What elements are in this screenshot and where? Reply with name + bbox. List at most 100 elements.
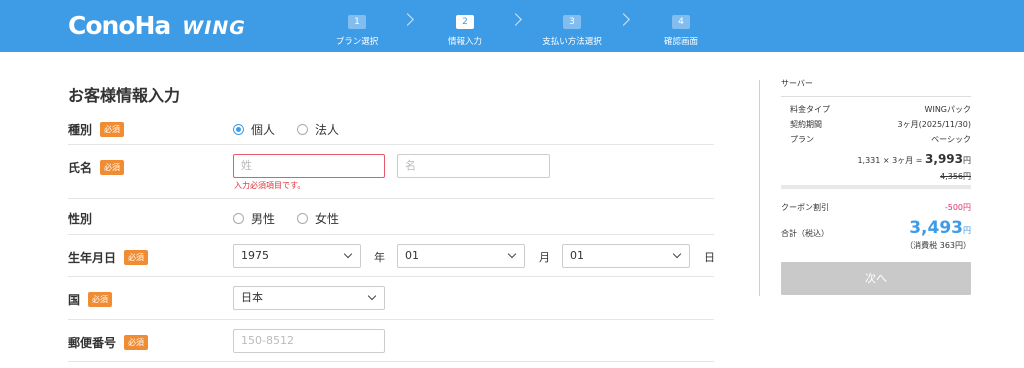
radio-label: 女性 (315, 212, 340, 226)
price-calculation: 1,331 × 3ヶ月 = 3,993円 (857, 152, 971, 166)
radio-unchecked-icon (297, 124, 309, 135)
radio-unchecked-icon (297, 213, 309, 224)
select-value: 日本 (241, 291, 263, 304)
step-number: 1 (348, 15, 366, 29)
coupon-row: クーポン割引 -500円 (781, 202, 971, 213)
side-divider (759, 80, 760, 296)
period-value: 3ヶ月(2025/11/30) (897, 120, 971, 129)
chevron-right-icon (617, 13, 630, 26)
yen-unit: 円 (963, 156, 971, 165)
required-badge: 必須 (100, 160, 125, 175)
period-row: 契約期間 3ヶ月(2025/11/30) (790, 119, 971, 130)
day-unit: 日 (704, 251, 715, 264)
next-button[interactable]: 次へ (781, 262, 971, 295)
required-badge: 必須 (100, 122, 125, 137)
calc-text: 1,331 × 3ヶ月 = (857, 156, 923, 165)
chevron-down-icon (343, 249, 353, 259)
fee-type-row: 料金タイプ WINGパック (790, 104, 971, 115)
radio-label: 法人 (315, 123, 340, 137)
row-postal-code: 郵便番号 必須 150-8512 (68, 320, 714, 362)
order-summary-panel: サーバー 料金タイプ WINGパック 契約期間 3ヶ月(2025/11/30) … (781, 78, 971, 295)
total-price: 3,493 (909, 218, 963, 238)
step-label: プラン選択 (335, 37, 379, 47)
step-confirmation: 4 確認画面 (641, 9, 721, 47)
required-badge: 必須 (124, 335, 149, 350)
radio-corporate[interactable]: 法人 (297, 121, 339, 138)
field-label: 国 必須 (68, 291, 113, 308)
step-label: 情報入力 (447, 37, 482, 47)
step-payment-method: 3 支払い方法選択 (532, 9, 612, 47)
plan-row: プラン ベーシック (790, 134, 971, 145)
row-gender: 性別 男性 女性 (68, 199, 714, 235)
divider-band (781, 185, 971, 189)
coupon-value: -500円 (944, 203, 971, 212)
country-label: 国 (68, 293, 81, 307)
chevron-down-icon (367, 291, 377, 301)
total-label: 合計（税込） (781, 229, 829, 238)
original-price: 4,356円 (940, 172, 971, 181)
step-label: 確認画面 (663, 37, 698, 47)
type-radio-group: 個人 法人 (233, 121, 361, 138)
field-label: 郵便番号 必須 (68, 334, 149, 351)
radio-female[interactable]: 女性 (297, 210, 339, 227)
chevron-right-icon (401, 13, 414, 26)
yen-unit: 円 (963, 226, 971, 235)
step-number: 3 (563, 15, 581, 29)
country-select[interactable]: 日本 (233, 286, 385, 310)
step-info-input: 2 情報入力 (425, 9, 505, 47)
gender-radio-group: 男性 女性 (233, 210, 361, 227)
radio-label: 男性 (251, 212, 276, 226)
fee-type-value: WINGパック (924, 105, 971, 114)
row-birthdate: 生年月日 必須 1975 年 01 月 01 日 (68, 235, 715, 277)
gender-label: 性別 (68, 212, 93, 226)
divider (781, 96, 971, 97)
select-value: 01 (570, 249, 584, 262)
radio-label: 個人 (251, 123, 276, 137)
plan-label: プラン (790, 135, 814, 144)
radio-individual[interactable]: 個人 (233, 121, 275, 138)
row-country: 国 必須 日本 (68, 277, 714, 320)
birthdate-label: 生年月日 (68, 251, 117, 265)
row-name: 氏名 必須 姓 名 入力必須項目です。 (68, 145, 714, 199)
radio-male[interactable]: 男性 (233, 210, 275, 227)
birth-month-select[interactable]: 01 (397, 244, 525, 268)
first-name-input[interactable]: 名 (397, 154, 550, 178)
last-name-input[interactable]: 姓 (233, 154, 385, 178)
step-number: 2 (456, 15, 474, 29)
total-price-line: 3,493円 (909, 218, 971, 238)
chevron-down-icon (507, 249, 517, 259)
calc-price: 3,993 (925, 152, 963, 166)
error-message: 入力必須項目です。 (234, 181, 306, 190)
radio-unchecked-icon (233, 213, 244, 224)
birth-year-select[interactable]: 1975 (233, 244, 361, 268)
step-plan-selection: 1 プラン選択 (317, 9, 397, 47)
page-title: お客様情報入力 (68, 86, 181, 105)
radio-checked-icon (233, 124, 244, 135)
required-badge: 必須 (88, 292, 113, 307)
select-value: 1975 (241, 249, 269, 262)
field-label: 生年月日 必須 (68, 249, 149, 266)
header-bar: ConoHa WING 1 プラン選択 2 情報入力 3 支払い方法選択 4 確… (0, 0, 1024, 52)
name-label: 氏名 (68, 161, 93, 175)
field-label: 性別 (68, 210, 92, 227)
postal-code-input[interactable]: 150-8512 (233, 329, 385, 353)
birth-day-select[interactable]: 01 (562, 244, 690, 268)
period-label: 契約期間 (790, 120, 822, 129)
tax-note: （消費税 363円） (905, 241, 971, 250)
select-value: 01 (405, 249, 419, 262)
month-unit: 月 (539, 251, 550, 264)
row-type: 種別 必須 個人 法人 (68, 112, 714, 145)
step-label: 支払い方法選択 (542, 37, 602, 47)
step-number: 4 (672, 15, 690, 29)
chevron-down-icon (672, 249, 682, 259)
type-label: 種別 (68, 123, 93, 137)
year-unit: 年 (374, 251, 385, 264)
field-label: 種別 必須 (68, 121, 125, 138)
progress-steps: 1 プラン選択 2 情報入力 3 支払い方法選択 4 確認画面 (0, 0, 1024, 52)
fee-type-label: 料金タイプ (790, 105, 830, 114)
chevron-right-icon (509, 13, 522, 26)
required-badge: 必須 (124, 250, 149, 265)
plan-value: ベーシック (931, 135, 971, 144)
summary-details: 料金タイプ WINGパック 契約期間 3ヶ月(2025/11/30) プラン ベ… (790, 104, 971, 145)
field-label: 氏名 必須 (68, 159, 125, 176)
